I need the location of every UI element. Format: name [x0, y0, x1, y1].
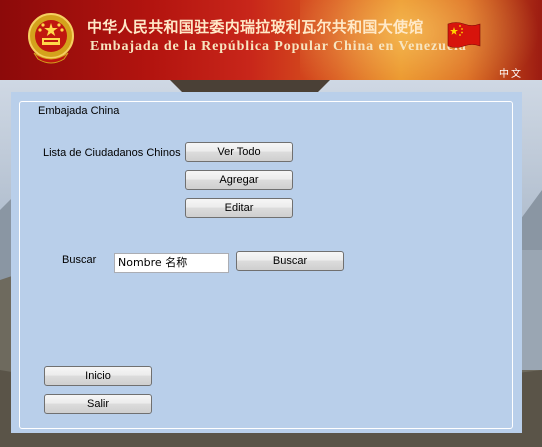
national-emblem-icon — [28, 13, 74, 64]
embassy-banner: 中华人民共和国驻委内瑞拉玻利瓦尔共和国大使馆 Embajada de la Re… — [0, 0, 542, 81]
embassy-title-spanish: Embajada de la República Popular China e… — [90, 39, 467, 54]
view-all-button[interactable]: Ver Todo — [185, 142, 293, 162]
china-flag-icon — [447, 22, 481, 48]
home-button[interactable]: Inicio — [44, 366, 152, 386]
exit-button[interactable]: Salir — [44, 394, 152, 414]
search-button[interactable]: Buscar — [236, 251, 344, 271]
add-button[interactable]: Agregar — [185, 170, 293, 190]
embassy-title-chinese: 中华人民共和国驻委内瑞拉玻利瓦尔共和国大使馆 — [87, 18, 424, 36]
main-panel: Embajada China Lista de Ciudadanos Chino… — [11, 92, 522, 433]
chinese-language-link[interactable]: 中文 — [499, 65, 523, 80]
search-label: Buscar — [62, 254, 97, 266]
citizens-list-label: Lista de Ciudadanos Chinos — [43, 147, 181, 159]
search-input[interactable]: Nombre 名称 — [114, 253, 229, 273]
edit-button[interactable]: Editar — [185, 198, 293, 218]
groupbox-title: Embajada China — [36, 105, 122, 117]
